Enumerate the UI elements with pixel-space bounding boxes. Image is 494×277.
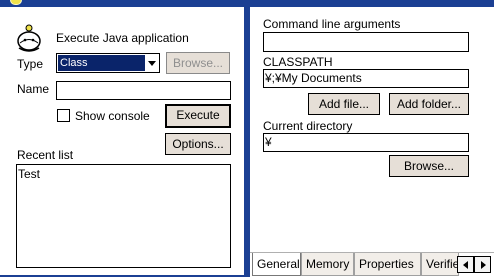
type-select[interactable]: Class [56,53,160,73]
browse-dir-button[interactable]: Browse... [389,155,469,177]
add-file-button[interactable]: Add file... [308,93,380,115]
show-console-label: Show console [75,109,150,123]
tab-properties[interactable]: Properties [354,253,421,276]
type-label: Type [17,57,44,71]
app-logo-icon [10,0,22,5]
list-item[interactable]: Test [18,167,40,181]
title-bar-right [250,0,494,7]
name-input[interactable] [56,81,231,100]
classpath-label: CLASSPATH [263,55,333,69]
tab-memory[interactable]: Memory [301,253,354,276]
show-console-checkbox[interactable] [57,109,70,122]
settings-panel: Command line arguments CLASSPATH ¥;¥My D… [250,0,494,277]
cmd-args-input[interactable] [263,32,469,52]
dropdown-arrow-icon[interactable] [146,55,158,71]
current-dir-value: ¥ [265,135,272,149]
type-select-value: Class [58,55,145,71]
name-label: Name [17,82,50,96]
execute-button[interactable]: Execute [165,104,231,128]
scroll-left-icon [463,261,468,269]
current-dir-input[interactable]: ¥ [263,133,469,152]
options-button[interactable]: Options... [165,133,231,155]
scroll-left-button[interactable] [457,256,474,273]
add-folder-button[interactable]: Add folder... [389,93,469,115]
title-bar [0,0,244,7]
execute-panel: Execute Java application Type Class Brow… [0,0,244,277]
tab-general[interactable]: General [252,253,301,276]
classpath-input[interactable]: ¥;¥My Documents [263,69,469,88]
scroll-right-button[interactable] [474,256,491,273]
recent-list[interactable]: Test [16,164,231,268]
duke-icon [17,24,41,52]
tab-bar: General Memory Properties Verifie [250,252,494,277]
classpath-value: ¥;¥My Documents [265,71,362,85]
scroll-right-icon [481,261,486,269]
app-title: Execute Java application [56,31,189,45]
current-dir-label: Current directory [263,119,353,133]
cmd-args-label: Command line arguments [263,17,401,31]
browse-class-button[interactable]: Browse... [166,52,230,74]
recent-list-label: Recent list [17,148,74,162]
tab-verifier[interactable]: Verifie [421,253,459,276]
